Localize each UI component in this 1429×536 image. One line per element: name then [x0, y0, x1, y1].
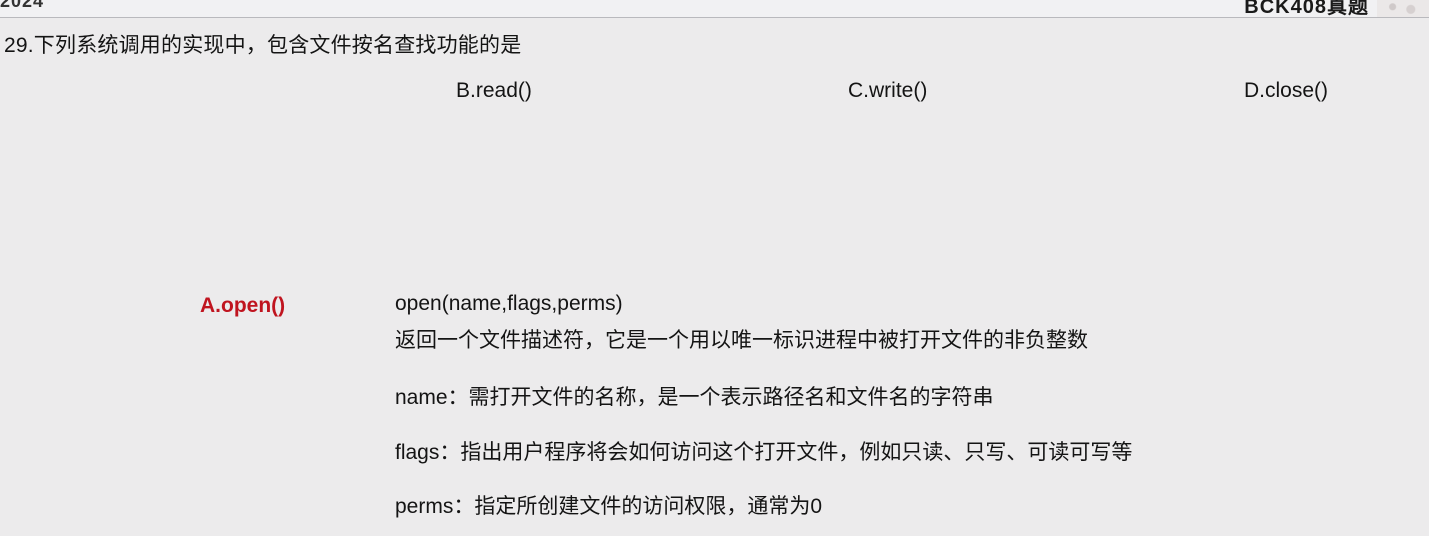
answer-choice-a: A.open() — [200, 294, 286, 317]
explanation-signature: open(name,flags,perms) — [395, 292, 623, 315]
choice-d: D.close() — [1244, 79, 1329, 102]
explanation-returns: 返回一个文件描述符，它是一个用以唯一标识进程中被打开文件的非负整数 — [395, 329, 1088, 352]
explanation-name: name：需打开文件的名称，是一个表示路径名和文件名的字符串 — [395, 386, 994, 409]
top-header-strip: 2024 BCK408真题 — [0, 0, 1429, 18]
explanation-perms: perms：指定所创建文件的访问权限，通常为0 — [395, 495, 823, 518]
explanation-flags: flags：指出用户程序将会如何访问这个打开文件，例如只读、只写、可读可写等 — [395, 441, 1133, 464]
header-right-text: BCK408真题 — [1244, 0, 1369, 18]
question-text: 29.下列系统调用的实现中，包含文件按名查找功能的是 — [4, 34, 522, 57]
choice-b: B.read() — [456, 79, 532, 102]
logo-icon — [1377, 0, 1429, 17]
choice-c: C.write() — [848, 79, 928, 102]
header-left-text: 2024 — [0, 0, 45, 11]
